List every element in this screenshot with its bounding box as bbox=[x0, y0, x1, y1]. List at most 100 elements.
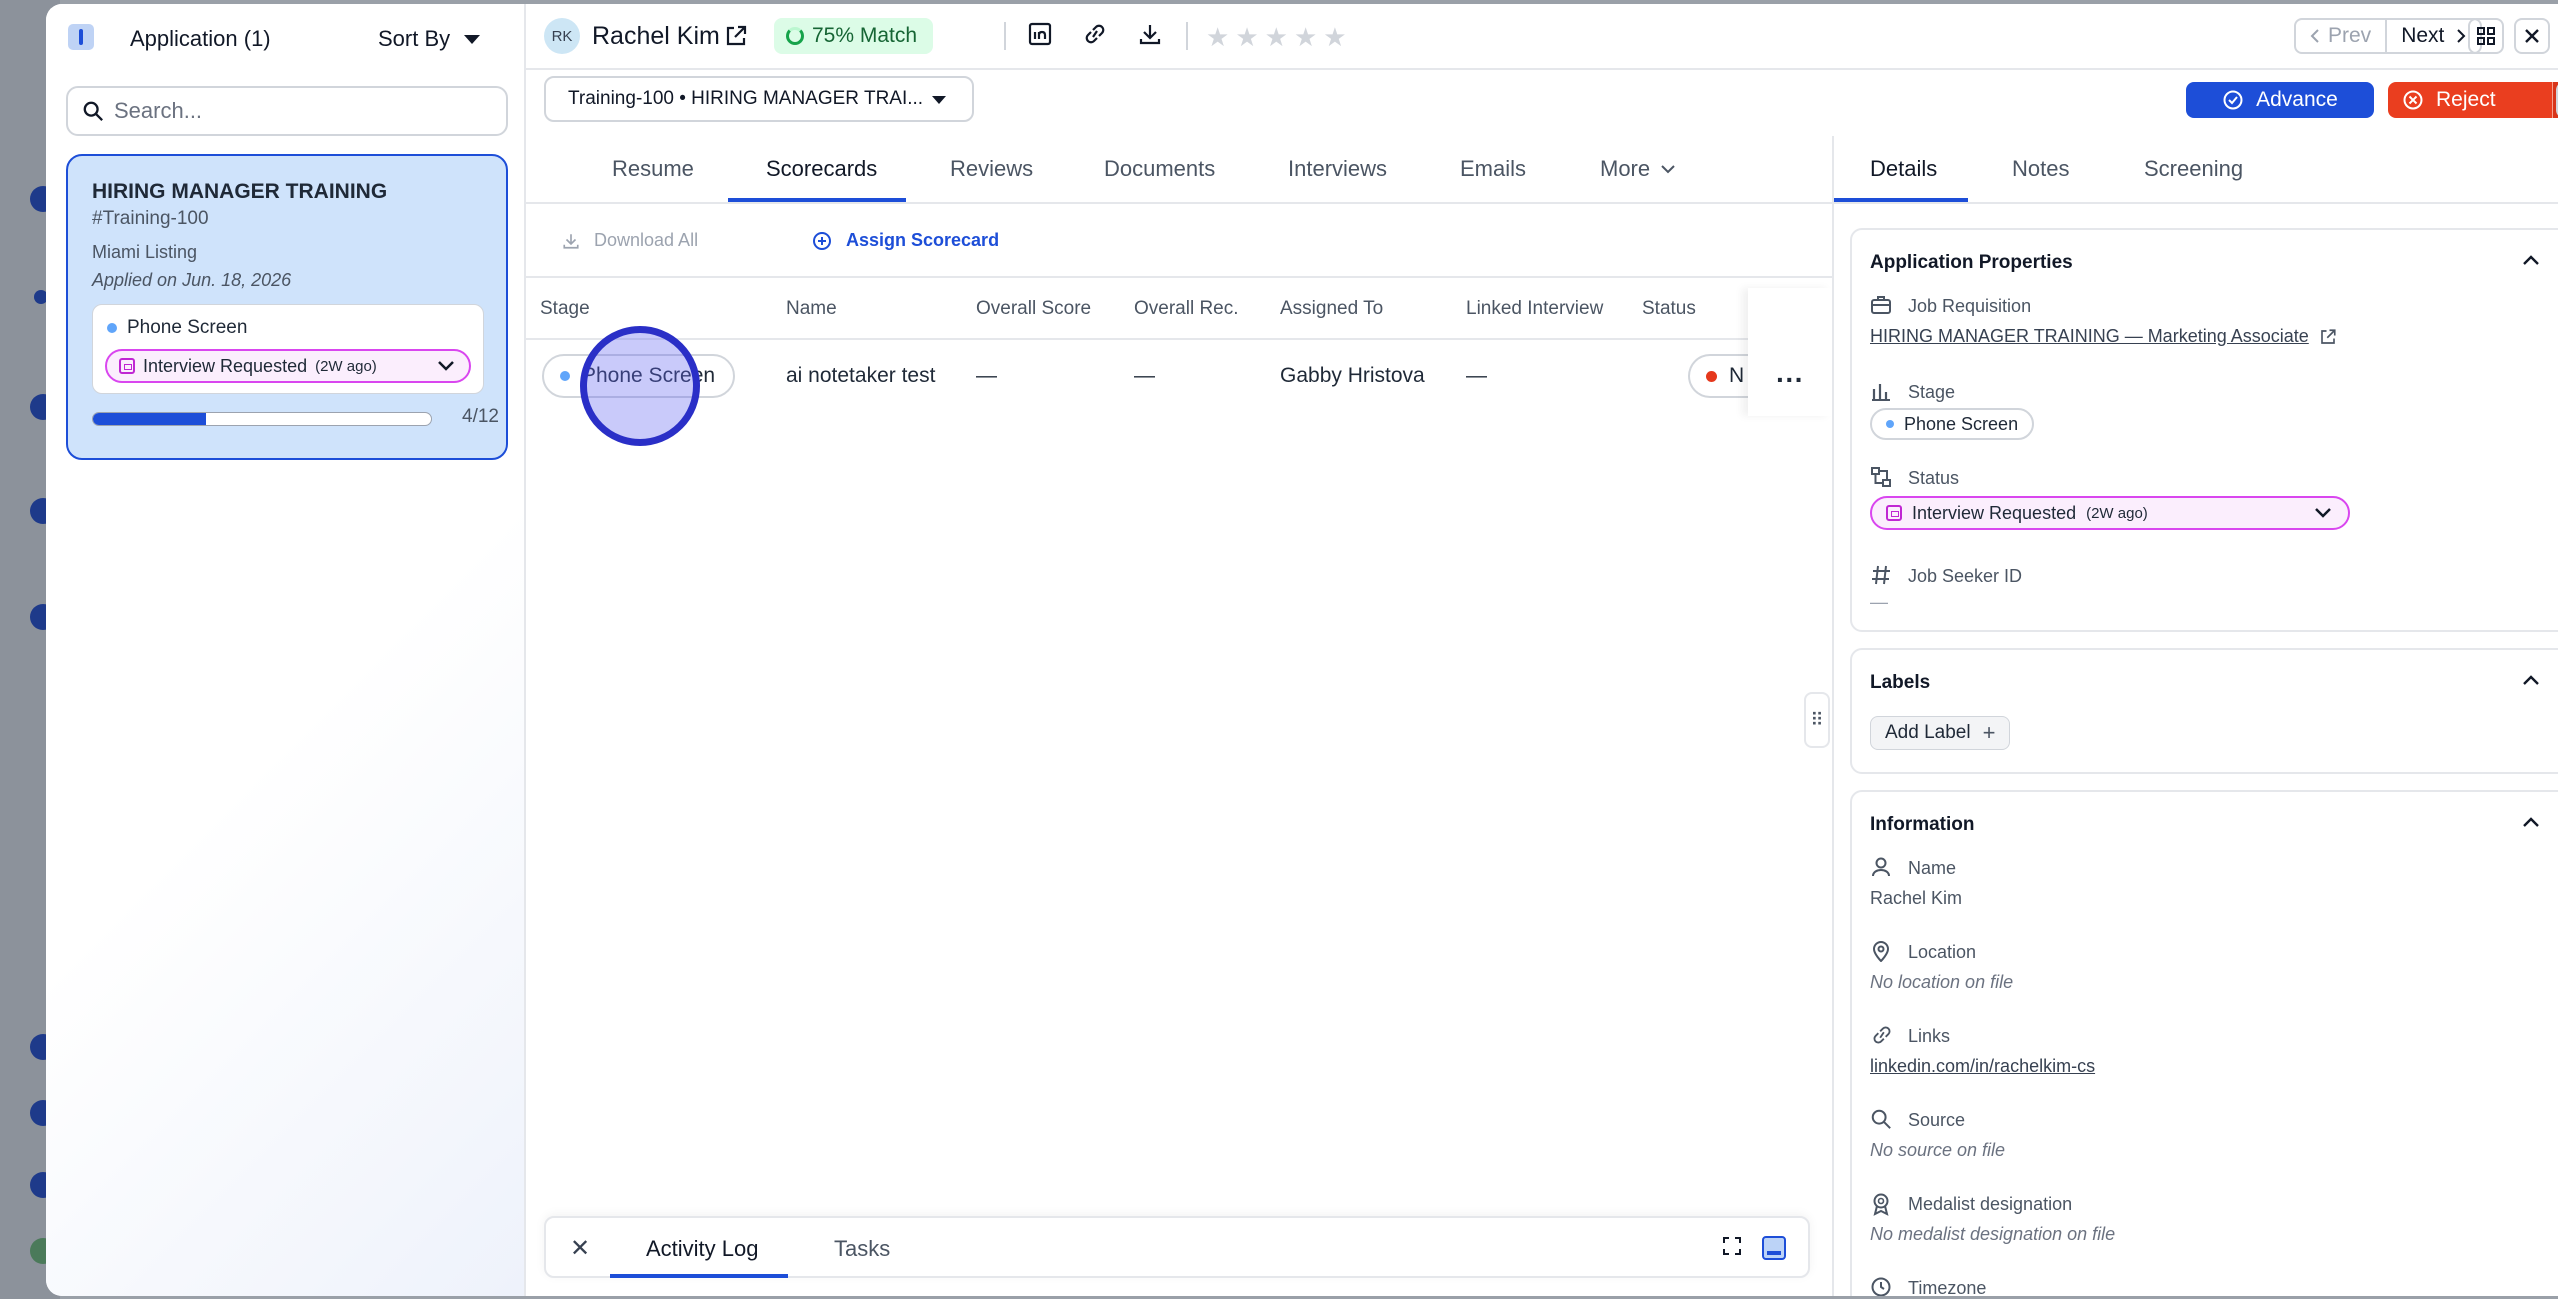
advance-button[interactable]: Advance bbox=[2186, 82, 2374, 118]
star-icon[interactable]: ★ bbox=[1265, 22, 1288, 53]
fullscreen-icon[interactable] bbox=[1720, 1234, 1744, 1258]
star-icon[interactable]: ★ bbox=[1235, 22, 1258, 53]
row-overall-rec: — bbox=[1134, 364, 1155, 387]
plus-circle-icon bbox=[813, 231, 831, 250]
stage-pill: Phone Screen bbox=[1870, 408, 2035, 440]
next-button[interactable]: Next bbox=[2387, 24, 2480, 48]
tab-documents[interactable]: Documents bbox=[1104, 156, 1215, 182]
row-assigned-to: Gabby Hristova bbox=[1280, 364, 1425, 387]
timezone-label: Timezone bbox=[1908, 1278, 1987, 1296]
chevron-left-icon bbox=[2310, 29, 2319, 43]
status-dropdown[interactable]: Interview Requested (2W ago) bbox=[1870, 496, 2350, 530]
user-icon bbox=[1872, 857, 1890, 877]
linkedin-link[interactable]: linkedin.com/in/rachelkim-cs bbox=[1870, 1056, 2095, 1077]
row-overall-score: — bbox=[976, 364, 997, 387]
star-icon[interactable]: ★ bbox=[1206, 22, 1229, 53]
download-all-label: Download All bbox=[594, 230, 699, 250]
job-select-value: Training-100 • HIRING MANAGER TRAI... bbox=[568, 88, 924, 109]
star-icon[interactable]: ★ bbox=[1294, 22, 1317, 53]
tab-details[interactable]: Details bbox=[1870, 156, 1937, 182]
tab-reviews[interactable]: Reviews bbox=[950, 156, 1033, 182]
row-name[interactable]: ai notetaker test bbox=[786, 364, 935, 388]
tab-screening[interactable]: Screening bbox=[2144, 156, 2243, 182]
tab-tasks[interactable]: Tasks bbox=[834, 1236, 890, 1262]
card-progress-bar bbox=[92, 412, 432, 426]
sidebar-toggle-icon[interactable] bbox=[68, 24, 94, 50]
close-modal-button[interactable] bbox=[2514, 18, 2550, 54]
job-seeker-id-label: Job Seeker ID bbox=[1908, 566, 2023, 586]
rating-stars[interactable]: ★ ★ ★ ★ ★ bbox=[1206, 22, 1347, 53]
bar-chart-icon bbox=[1872, 384, 1890, 401]
source-label: Source bbox=[1908, 1110, 1966, 1130]
link-icon[interactable] bbox=[1082, 22, 1108, 46]
job-select[interactable]: Training-100 • HIRING MANAGER TRAI... bbox=[544, 76, 974, 122]
card-status-dropdown[interactable]: Interview Requested (2W ago) bbox=[105, 349, 471, 383]
chevron-up-icon[interactable] bbox=[2522, 254, 2540, 266]
match-badge: 75% Match bbox=[774, 18, 934, 54]
search-icon bbox=[1871, 1109, 1891, 1129]
download-icon[interactable] bbox=[1138, 22, 1162, 46]
star-icon[interactable]: ★ bbox=[1323, 22, 1346, 53]
tab-activity-log[interactable]: Activity Log bbox=[646, 1236, 759, 1262]
assign-scorecard-label: Assign Scorecard bbox=[846, 230, 1000, 250]
application-tabs: Resume Scorecards Reviews Documents Inte… bbox=[526, 136, 1832, 204]
close-icon bbox=[2525, 29, 2539, 43]
row-linked-interview: — bbox=[1466, 364, 1487, 387]
match-label: 75% Match bbox=[812, 24, 918, 47]
stage-dot-icon bbox=[1886, 420, 1894, 428]
panel-resize-handle[interactable]: ⠿ bbox=[1804, 692, 1830, 748]
ellipsis-icon: ··· bbox=[1776, 364, 1804, 395]
x-circle-icon bbox=[2403, 90, 2423, 110]
tab-scorecards[interactable]: Scorecards bbox=[766, 156, 877, 182]
scorecard-table-header: Stage Name Overall Score Overall Rec. As… bbox=[526, 278, 1832, 340]
chevron-down-icon bbox=[438, 361, 454, 371]
card-status-ago: (2W ago) bbox=[315, 357, 377, 375]
application-modal: Application (1) Sort By HIRING MANAGER T… bbox=[46, 4, 2558, 1296]
job-requisition-label: Job Requisition bbox=[1908, 296, 2032, 316]
row-more-button[interactable]: ··· bbox=[1748, 288, 1832, 416]
medalist-value: No medalist designation on file bbox=[1870, 1224, 2116, 1244]
tab-more[interactable]: More bbox=[1600, 156, 1676, 182]
add-label-text: Add Label bbox=[1885, 722, 1971, 743]
location-value: No location on file bbox=[1870, 972, 2014, 992]
linkedin-icon[interactable] bbox=[1028, 22, 1052, 46]
candidate-header: RK Rachel Kim 75% Match ★ ★ ★ ★ ★ Prev N… bbox=[526, 4, 2558, 70]
external-link-icon[interactable] bbox=[724, 24, 748, 48]
tab-resume[interactable]: Resume bbox=[612, 156, 694, 182]
tab-interviews[interactable]: Interviews bbox=[1288, 156, 1387, 182]
progress-fill bbox=[93, 413, 206, 425]
col-overall-rec: Overall Rec. bbox=[1134, 298, 1239, 319]
caret-down-icon bbox=[932, 96, 946, 104]
reject-button[interactable]: Reject bbox=[2388, 88, 2552, 112]
chevron-up-icon[interactable] bbox=[2522, 816, 2540, 828]
name-label: Name bbox=[1908, 858, 1957, 878]
job-requisition-link[interactable]: HIRING MANAGER TRAINING — Marketing Asso… bbox=[1870, 326, 2337, 347]
next-label: Next bbox=[2401, 24, 2445, 47]
add-label-button[interactable]: Add Label + bbox=[1870, 716, 2011, 750]
prev-button[interactable]: Prev bbox=[2296, 20, 2388, 52]
reject-label: Reject bbox=[2436, 88, 2496, 111]
chevron-down-icon bbox=[2315, 508, 2331, 518]
layout-grid-button[interactable] bbox=[2468, 18, 2504, 54]
application-properties-section: Application Properties Job Requisition H… bbox=[1850, 228, 2558, 632]
assign-scorecard-button[interactable]: Assign Scorecard bbox=[812, 230, 999, 251]
check-circle-icon bbox=[2223, 90, 2243, 110]
chevron-up-icon[interactable] bbox=[2522, 674, 2540, 686]
col-status: Status bbox=[1642, 298, 1696, 319]
download-all-button[interactable]: Download All bbox=[562, 230, 698, 251]
grid-icon bbox=[2477, 27, 2495, 45]
application-card[interactable]: HIRING MANAGER TRAINING #Training-100 Mi… bbox=[66, 154, 508, 460]
tab-emails[interactable]: Emails bbox=[1460, 156, 1526, 182]
close-icon[interactable]: ✕ bbox=[570, 1234, 590, 1263]
sort-by-dropdown[interactable]: Sort By bbox=[378, 26, 481, 52]
col-assigned-to: Assigned To bbox=[1280, 298, 1384, 319]
location-pin-icon bbox=[1872, 941, 1890, 962]
location-label: Location bbox=[1908, 942, 1977, 962]
details-panel: Details Notes Screening Application Prop… bbox=[1832, 136, 2558, 1296]
table-row[interactable]: Phone Screen ai notetaker test — — Gabby… bbox=[526, 288, 1832, 416]
search-input[interactable] bbox=[114, 98, 474, 124]
workflow-icon bbox=[1871, 467, 1891, 487]
minimize-icon[interactable] bbox=[1762, 1236, 1786, 1260]
tab-notes[interactable]: Notes bbox=[2012, 156, 2069, 182]
divider bbox=[1186, 22, 1188, 50]
